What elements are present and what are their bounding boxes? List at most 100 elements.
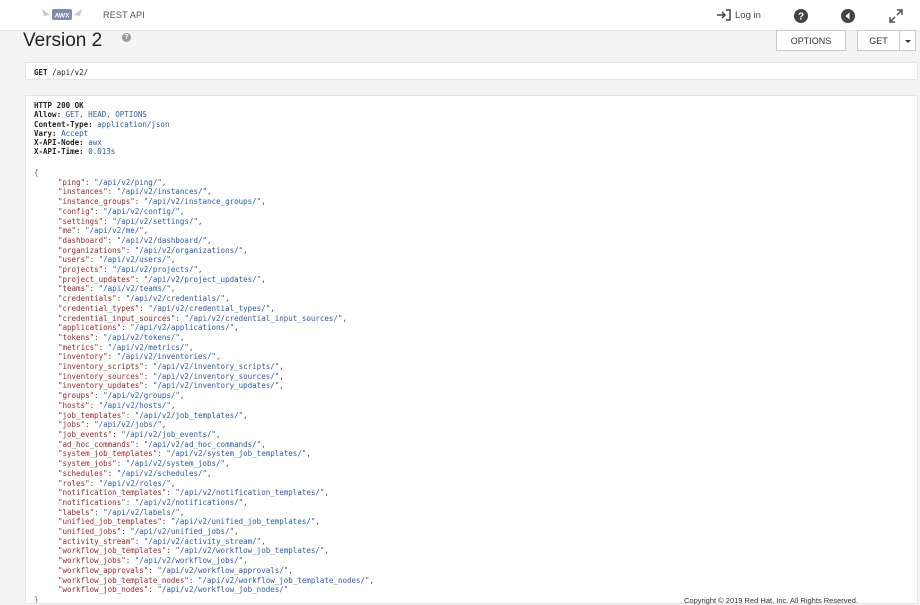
json-link[interactable]: "/api/v2/workflow_approvals/": [157, 566, 288, 575]
json-link[interactable]: "/api/v2/roles/": [99, 479, 171, 488]
awx-logo[interactable]: AWX: [40, 6, 84, 24]
json-link[interactable]: "/api/v2/teams/": [99, 284, 171, 293]
json-entry: "unified_jobs": "/api/v2/unified_jobs/",: [58, 527, 239, 537]
json-link[interactable]: "/api/v2/workflow_jobs/": [135, 556, 243, 565]
json-link[interactable]: "/api/v2/hosts/": [99, 401, 171, 410]
json-key: "roles": [58, 478, 90, 488]
json-entry: "metrics": "/api/v2/metrics/",: [58, 342, 194, 352]
json-link[interactable]: "/api/v2/instance_groups/": [144, 197, 261, 206]
json-key: "credentials": [58, 294, 117, 304]
json-entry: "workflow_jobs": "/api/v2/workflow_jobs/…: [58, 556, 248, 566]
json-link[interactable]: "/api/v2/projects/": [112, 265, 198, 274]
response-headers: HTTP 200 OK Allow: GET, HEAD, OPTIONS Co…: [34, 101, 169, 157]
json-link[interactable]: "/api/v2/notification_templates/": [175, 488, 324, 497]
json-key: "organizations": [58, 245, 126, 255]
response-panel: HTTP 200 OK Allow: GET, HEAD, OPTIONS Co…: [25, 95, 918, 604]
get-button[interactable]: GET: [857, 30, 900, 51]
json-entry: "inventory": "/api/v2/inventories/",: [58, 352, 221, 362]
json-key: "inventory_sources": [58, 371, 144, 381]
json-link[interactable]: "/api/v2/inventory_sources/": [153, 372, 279, 381]
json-entry: "credentials": "/api/v2/credentials/",: [58, 294, 230, 304]
header-value[interactable]: awx: [88, 138, 102, 147]
json-link[interactable]: "/api/v2/me/": [85, 226, 144, 235]
json-entry: "users": "/api/v2/users/",: [58, 255, 176, 265]
json-link[interactable]: "/api/v2/workflow_job_template_nodes/": [198, 576, 370, 585]
login-link[interactable]: Log in: [716, 9, 761, 21]
json-link[interactable]: "/api/v2/project_updates/": [144, 275, 261, 284]
header-value[interactable]: 0.013s: [88, 147, 115, 156]
json-link[interactable]: "/api/v2/dashboard/": [117, 236, 207, 245]
json-link[interactable]: "/api/v2/activity_stream/": [144, 537, 261, 546]
json-entry: "system_jobs": "/api/v2/system_jobs/",: [58, 459, 230, 469]
json-key: "unified_job_templates": [58, 517, 162, 527]
json-link[interactable]: "/api/v2/settings/": [112, 217, 198, 226]
header-value[interactable]: GET, HEAD, OPTIONS: [66, 110, 147, 119]
question-icon[interactable]: ?: [122, 33, 131, 42]
json-link[interactable]: "/api/v2/inventory_updates/": [153, 381, 279, 390]
json-link[interactable]: "/api/v2/instances/": [117, 187, 207, 196]
json-link[interactable]: "/api/v2/workflow_job_nodes/": [157, 585, 288, 594]
json-key: "labels": [58, 507, 95, 517]
json-link[interactable]: "/api/v2/tokens/": [103, 333, 180, 342]
json-entry: "applications": "/api/v2/applications/",: [58, 323, 239, 333]
json-link[interactable]: "/api/v2/credential_input_sources/": [184, 314, 342, 323]
json-link[interactable]: "/api/v2/job_events/": [121, 430, 216, 439]
header-line: Vary: Accept: [34, 128, 89, 138]
help-icon[interactable]: ?: [793, 8, 809, 24]
json-key: "applications": [58, 323, 122, 333]
json-key: "system_jobs": [58, 459, 117, 469]
json-key: "projects": [58, 265, 104, 275]
json-link[interactable]: "/api/v2/inventory_scripts/": [153, 362, 279, 371]
json-link[interactable]: "/api/v2/job_templates/": [135, 411, 243, 420]
json-link[interactable]: "/api/v2/inventories/": [117, 352, 216, 361]
json-link[interactable]: "/api/v2/labels/": [103, 508, 180, 517]
json-link[interactable]: "/api/v2/system_job_templates/": [166, 449, 306, 458]
json-link[interactable]: "/api/v2/groups/": [103, 391, 180, 400]
json-open-brace: {: [34, 168, 39, 177]
json-entry: "instances": "/api/v2/instances/",: [58, 187, 212, 197]
page-title: Version 2: [23, 30, 103, 51]
json-entry: "unified_job_templates": "/api/v2/unifie…: [58, 517, 320, 527]
json-link[interactable]: "/api/v2/schedules/": [117, 469, 207, 478]
json-link[interactable]: "/api/v2/credential_types/": [148, 304, 270, 313]
options-button[interactable]: OPTIONS: [776, 30, 846, 51]
json-link[interactable]: "/api/v2/organizations/": [135, 246, 243, 255]
json-link[interactable]: "/api/v2/unified_job_templates/": [171, 517, 316, 526]
json-link[interactable]: "/api/v2/ad_hoc_commands/": [144, 440, 261, 449]
json-key: "job_events": [58, 429, 113, 439]
json-key: "workflow_jobs": [58, 556, 126, 566]
json-key: "notification_templates": [58, 488, 167, 498]
json-close-brace: }: [34, 594, 39, 604]
json-link[interactable]: "/api/v2/users/": [99, 255, 171, 264]
json-entry: "workflow_job_template_nodes": "/api/v2/…: [58, 575, 375, 585]
json-key: "dashboard": [58, 235, 108, 245]
json-key: "workflow_job_templates": [58, 546, 167, 556]
json-key: "metrics": [58, 342, 99, 352]
json-entry: "inventory_sources": "/api/v2/inventory_…: [58, 371, 284, 381]
json-link[interactable]: "/api/v2/notifications/": [135, 498, 243, 507]
json-link[interactable]: "/api/v2/jobs/": [94, 420, 162, 429]
json-key: "system_job_templates": [58, 449, 158, 459]
json-key: "hosts": [58, 400, 90, 410]
json-key: "ad_hoc_commands": [58, 439, 135, 449]
json-link[interactable]: "/api/v2/credentials/": [126, 294, 225, 303]
header-value[interactable]: Accept: [61, 129, 88, 138]
header-value[interactable]: application/json: [97, 120, 169, 129]
header-line: X-API-Node: awx: [34, 138, 102, 148]
expand-icon[interactable]: [888, 8, 904, 24]
back-icon[interactable]: [840, 8, 856, 24]
json-link[interactable]: "/api/v2/metrics/": [108, 343, 189, 352]
json-link[interactable]: "/api/v2/applications/": [130, 323, 234, 332]
json-link[interactable]: "/api/v2/config/": [103, 207, 180, 216]
json-link[interactable]: "/api/v2/ping/": [94, 178, 162, 187]
json-link[interactable]: "/api/v2/workflow_job_templates/": [175, 546, 324, 555]
json-key: "activity_stream": [58, 536, 135, 546]
json-link[interactable]: "/api/v2/unified_jobs/": [130, 527, 234, 536]
json-link[interactable]: "/api/v2/system_jobs/": [126, 459, 225, 468]
get-dropdown-toggle[interactable]: [899, 30, 916, 51]
page-header: Version 2 ? OPTIONS GET: [0, 30, 920, 58]
top-navbar: AWX REST API Log in ?: [0, 0, 920, 31]
json-entry: "notification_templates": "/api/v2/notif…: [58, 488, 329, 498]
caret-down-icon: [904, 40, 911, 43]
json-entry: "job_templates": "/api/v2/job_templates/…: [58, 410, 248, 420]
